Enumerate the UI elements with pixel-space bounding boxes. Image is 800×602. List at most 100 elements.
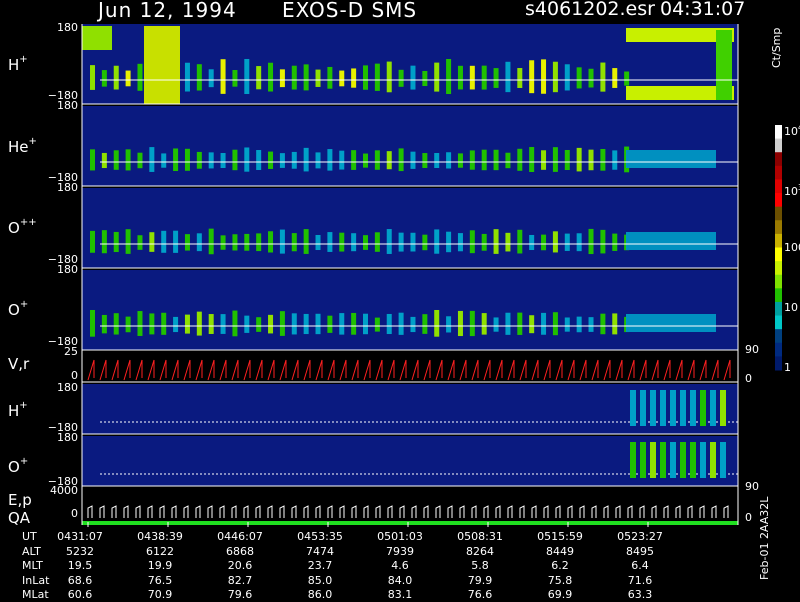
- tick-vr-25: 25: [64, 345, 78, 358]
- spectrogram-band: [541, 59, 547, 94]
- orbit-row-label: MLT: [22, 559, 43, 572]
- spectrogram-band: [446, 231, 452, 253]
- spectrogram-band: [149, 147, 155, 172]
- colorbar-segment: [775, 193, 782, 208]
- spectrogram-band: [517, 229, 523, 254]
- spectrogram-band: [220, 235, 226, 250]
- spectrogram-band: [552, 312, 558, 336]
- spectrogram-band: [208, 228, 214, 255]
- spectrogram-band: [576, 316, 582, 333]
- spectrogram-band: [410, 232, 416, 252]
- spectrogram-band: [161, 153, 167, 168]
- tick-180: 180: [57, 21, 78, 34]
- spectrogram-band: [125, 316, 131, 333]
- spectrogram-band: [137, 235, 143, 250]
- spectrogram-band: [541, 312, 547, 335]
- tick-vr-0: 0: [71, 369, 78, 382]
- spectrogram-band: [196, 233, 202, 252]
- spectrogram-band: [90, 65, 95, 90]
- colorbar-segment: [775, 342, 782, 357]
- colorbar-segment: [775, 165, 782, 180]
- spectrogram-band: [244, 147, 250, 172]
- orbit-value: 0453:35: [297, 530, 343, 543]
- spectrogram-band: [303, 147, 309, 172]
- spectrogram-band: [173, 230, 179, 253]
- colorbar-segment: [775, 152, 782, 167]
- spectrogram-band: [710, 442, 716, 478]
- spectrogram-band: [541, 150, 547, 170]
- tick-180: 180: [57, 99, 78, 112]
- tick-ep-4000: 4000: [50, 484, 78, 497]
- colorbar-segment: [775, 125, 782, 140]
- colorbar-segment: [775, 206, 782, 221]
- spectrogram-band: [327, 232, 333, 252]
- orbit-value: 8495: [626, 544, 654, 558]
- spectrogram-band: [90, 149, 95, 171]
- orbit-value: 82.7: [227, 573, 253, 587]
- spectrogram-band: [469, 65, 475, 90]
- spectrogram-band: [493, 149, 499, 171]
- spectrogram-band: [398, 148, 404, 172]
- spectrogram-band: [529, 60, 535, 94]
- spectrogram-band: [173, 148, 179, 172]
- spectrogram-band: [469, 150, 475, 170]
- orbit-value: 0523:27: [617, 530, 663, 543]
- spectrogram-band: [469, 310, 475, 337]
- spectrogram-band: [137, 311, 143, 336]
- orbit-value: 0446:07: [217, 530, 263, 543]
- orbit-value: 0508:31: [457, 530, 503, 543]
- spectrogram-band: [101, 314, 107, 334]
- spectrogram-burst: [144, 26, 180, 104]
- spectrogram-band: [529, 147, 535, 172]
- spectrogram-band: [660, 442, 666, 478]
- spectrogram-band: [600, 313, 606, 335]
- spectrogram-band: [374, 317, 380, 332]
- spectrogram-band: [220, 153, 226, 168]
- spectrogram-band: [600, 148, 606, 171]
- orbit-value: 5.8: [471, 559, 489, 572]
- spectrogram-band: [505, 61, 511, 93]
- colorbar-segment: [775, 247, 782, 262]
- spectrogram-band: [149, 313, 155, 335]
- orbit-value: 84.0: [387, 573, 413, 587]
- tick-right-90: 90: [745, 480, 759, 493]
- colorbar-segment: [775, 288, 782, 303]
- colorbar-segment: [775, 315, 782, 330]
- spectrogram-band: [660, 390, 666, 426]
- spectrogram-band: [256, 317, 262, 332]
- spectrogram-band: [612, 150, 618, 170]
- spectrogram-band: [315, 69, 321, 87]
- spectrogram-band: [279, 311, 285, 336]
- spectrogram-band: [256, 66, 262, 90]
- orbit-value: 0438:39: [137, 530, 183, 543]
- panel-label-vr: V,r: [8, 355, 30, 373]
- spectrogram-band: [339, 70, 345, 87]
- spectrogram-band: [564, 149, 570, 171]
- spectrogram-band: [670, 390, 676, 426]
- orbit-value: 5232: [66, 544, 94, 558]
- orbit-value: 8449: [546, 544, 574, 558]
- spectrogram-band: [351, 150, 357, 170]
- panel-label-o-plus-plus: O++: [8, 217, 37, 237]
- spectrogram-band: [196, 311, 202, 336]
- orbit-row-ut: UT 0431:07 0438:39 0446:07 0453:35 0501:03 050…: [0, 529, 740, 544]
- spectrogram-band: [339, 313, 345, 335]
- tick-180: 180: [57, 263, 78, 276]
- spectrogram-panel-bg: [82, 188, 738, 268]
- spectrogram-band: [517, 312, 523, 335]
- tick-right-0: 0: [745, 372, 752, 385]
- panel-label-he-plus: He+: [8, 136, 37, 156]
- orbit-value: 20.6: [227, 559, 253, 572]
- spectrogram-band: [690, 390, 696, 426]
- spectrogram-band: [90, 230, 95, 253]
- spectrogram-band: [422, 153, 428, 168]
- spectrogram-band: [517, 68, 523, 88]
- spectrogram-band: [208, 314, 214, 334]
- spectrogram-burst: [82, 26, 112, 50]
- spectrogram-band: [232, 310, 238, 337]
- panel-label-ep: E,p: [8, 491, 32, 509]
- tick-180: 180: [57, 381, 78, 394]
- spectrogram-band: [386, 313, 392, 335]
- spectrogram-band: [363, 313, 368, 335]
- colorbar-segment: [775, 233, 782, 248]
